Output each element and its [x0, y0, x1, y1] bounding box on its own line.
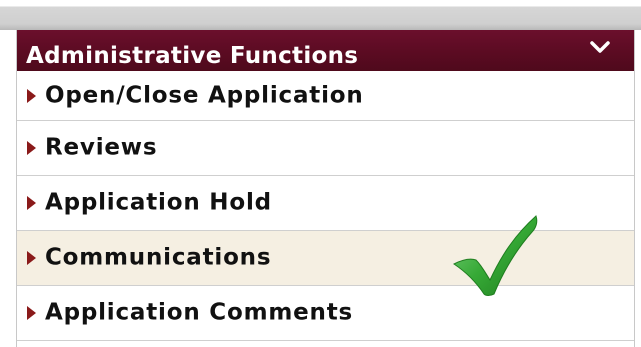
menu-item-label: Communications	[45, 244, 272, 271]
menu-item-application-comments[interactable]: Application Comments	[17, 286, 634, 341]
triangle-right-icon	[27, 88, 36, 103]
panel-header[interactable]: Administrative Functions	[17, 30, 634, 71]
menu-item-label: Application Hold	[45, 189, 272, 216]
menu-item-label: Application Comments	[45, 299, 353, 326]
green-checkmark-icon	[453, 215, 538, 296]
menu-item-reviews[interactable]: Reviews	[17, 121, 634, 176]
menu-item-label: Open/Close Application	[45, 81, 364, 108]
triangle-right-icon	[27, 306, 36, 320]
menu-item-application-hold[interactable]: Application Hold	[17, 176, 634, 231]
panel-title: Administrative Functions	[26, 43, 359, 69]
admin-menu: Open/Close Application Reviews Applicati…	[17, 71, 634, 341]
triangle-right-icon	[27, 141, 36, 155]
triangle-right-icon	[27, 251, 36, 265]
triangle-right-icon	[27, 196, 36, 210]
admin-functions-panel: Administrative Functions Open/Close Appl…	[16, 30, 635, 347]
chevron-down-icon[interactable]	[588, 38, 612, 58]
menu-item-communications[interactable]: Communications	[17, 231, 634, 286]
menu-item-label: Reviews	[45, 134, 158, 161]
menu-item-open-close-application[interactable]: Open/Close Application	[17, 71, 634, 121]
top-bar	[0, 0, 641, 30]
